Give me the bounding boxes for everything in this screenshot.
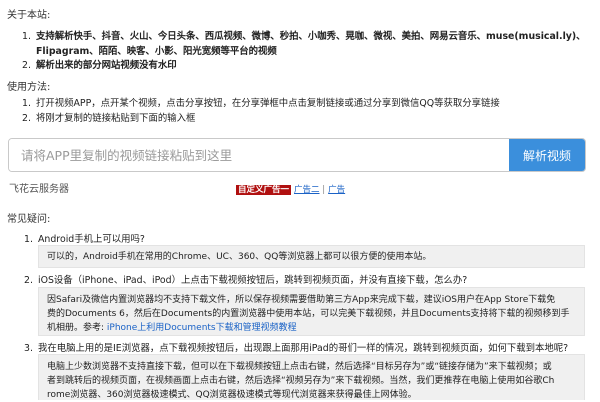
usage-item-1-text: 打开视频APP，点开某个视频，点击分享按钮，在分享弹框中点击复制链接或通过分享到… xyxy=(36,98,500,109)
page: 关于本站: 1. 支持解析快手、抖音、火山、今日头条、西瓜视频、微博、秒拍、小咖秀… xyxy=(0,0,600,400)
faq-heading: 常见疑问: xyxy=(7,214,51,225)
faq-question-1: 1. Android手机上可以用吗? xyxy=(24,231,145,245)
faq-answer-2: 因Safari及微信内置浏览器均不支持下载文件，所以保存视频需要借助第三方App… xyxy=(38,287,585,336)
faq-question-1-text: Android手机上可以用吗? xyxy=(38,234,145,245)
video-link-input[interactable] xyxy=(9,139,509,171)
parse-video-button[interactable]: 解析视频 xyxy=(509,139,585,171)
usage-heading: 使用方法: xyxy=(7,82,51,93)
faq-answer-1: 可以的，Android手机在常用的Chrome、UC、360、QQ等浏览器上都可… xyxy=(38,245,585,268)
about-item-1-line1: 支持解析快手、抖音、火山、今日头条、西瓜视频、微博、秒拍、小咖秀、晃咖、微视、美… xyxy=(36,31,586,42)
ad-link-3[interactable]: 广告 xyxy=(328,185,345,195)
faq-answer-2-line-3: 机相册。参考: iPhone上利用Documents下载和管理视频教程 xyxy=(47,321,576,335)
faq-answer-3-line-1: 电脑上少数浏览器不支持直接下载，但可以在下载视频按钮上点击右键，然后选择“目标另… xyxy=(47,362,552,372)
search-bar: 解析视频 xyxy=(8,138,586,172)
faq-answer-2-line-1: 因Safari及微信内置浏览器均不支持下载文件，所以保存视频需要借助第三方App… xyxy=(47,295,556,305)
faq-answer-2-line-3-text: 机相册。参考: xyxy=(47,323,105,333)
usage-item-2: 2. 将刚才复制的链接粘贴到下面的输入框 xyxy=(22,111,195,126)
ad-separator: | xyxy=(322,185,326,195)
faq-question-3: 3. 我在电脑上用的是IE浏览器，点下载视频按钮后，出现跟上面那用iPad的哥们一… xyxy=(24,340,568,354)
brand-text: 飞花云服务器 xyxy=(9,184,69,195)
ad-links: 自定义广告一 广告二 | 广告 xyxy=(236,183,345,195)
about-item-1-line2: Flipagram、陌陌、映客、小影、阳光宽频等平台的视频 xyxy=(36,46,277,57)
about-heading: 关于本站: xyxy=(7,10,51,21)
about-item-2: 2. 解析出来的部分网站视频没有水印 xyxy=(22,58,177,73)
faq-question-1-num: 1. xyxy=(24,234,33,245)
usage-item-1: 1. 打开视频APP，点开某个视频，点击分享按钮，在分享弹框中点击复制链接或通过分… xyxy=(22,96,500,111)
ad-link-1[interactable]: 自定义广告一 xyxy=(236,185,292,195)
usage-item-1-num: 1. xyxy=(22,98,31,109)
faq-question-3-text: 我在电脑上用的是IE浏览器，点下载视频按钮后，出现跟上面那用iPad的哥们一样的… xyxy=(38,343,569,354)
usage-item-2-num: 2. xyxy=(22,113,31,124)
usage-item-2-text: 将刚才复制的链接粘贴到下面的输入框 xyxy=(36,113,196,124)
about-item-1: 1. 支持解析快手、抖音、火山、今日头条、西瓜视频、微博、秒拍、小咖秀、晃咖、微视… xyxy=(22,29,586,44)
faq-answer-3: 电脑上少数浏览器不支持直接下载，但可以在下载视频按钮上点击右键，然后选择“目标另… xyxy=(38,354,585,400)
ad-link-2[interactable]: 广告二 xyxy=(294,185,320,195)
about-item-2-num: 2. xyxy=(22,60,31,71)
faq-question-3-num: 3. xyxy=(24,343,33,354)
faq-question-2-num: 2. xyxy=(24,275,33,286)
faq-question-2: 2. iOS设备（iPhone、iPad、iPod）上点击下载视频按钮后，跳转到视… xyxy=(24,272,467,286)
faq-answer-3-line-2: 者到跳转后的视频页面，在视频画面上点击右键，然后选择“视频另存为”来下载视频。当… xyxy=(47,376,555,386)
about-item-2-text: 解析出来的部分网站视频没有水印 xyxy=(36,60,177,71)
faq-answer-1-line-1: 可以的，Android手机在常用的Chrome、UC、360、QQ等浏览器上都可… xyxy=(47,252,432,262)
about-item-1-num: 1. xyxy=(22,31,31,42)
faq-answer-2-line-2: 费的Documents 6，然后在Documents的内置浏览器中使用本站，可以… xyxy=(47,309,570,319)
faq-question-2-text: iOS设备（iPhone、iPad、iPod）上点击下载视频按钮后，跳转到视频页… xyxy=(38,275,468,286)
documents-tutorial-link[interactable]: iPhone上利用Documents下载和管理视频教程 xyxy=(107,323,297,333)
